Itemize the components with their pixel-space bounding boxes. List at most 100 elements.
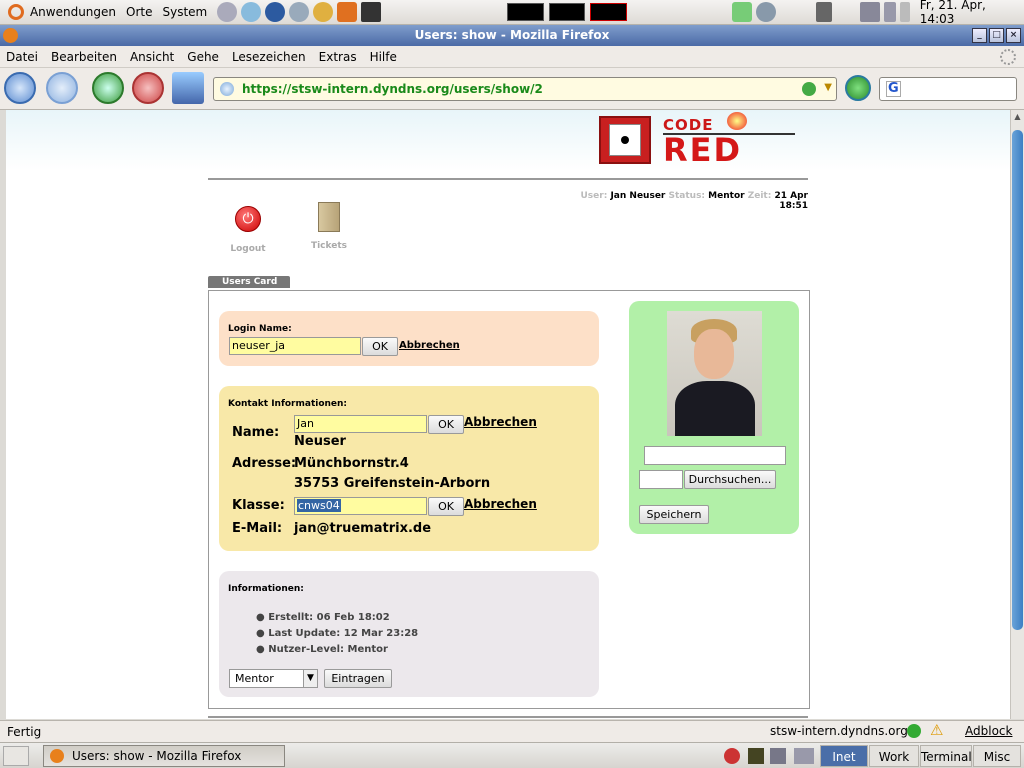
scrollbar-thumb[interactable] [1012,130,1023,630]
menubar: Datei Bearbeiten Ansicht Gehe Lesezeiche… [0,46,1024,68]
navigation-toolbar: https://stsw-intern.dyndns.org/users/sho… [0,68,1024,110]
taskbar-item-firefox[interactable]: Users: show - Mozilla Firefox [43,745,285,767]
terminal-launcher-icon[interactable] [217,2,238,22]
workspace-inet[interactable]: Inet [820,745,868,767]
menu-edit[interactable]: Bearbeiten [51,50,117,64]
ubuntu-logo-icon[interactable] [8,4,24,20]
tickets-button[interactable]: Tickets [307,202,351,254]
back-button-icon[interactable] [4,72,36,104]
tray-apple-icon[interactable] [724,748,740,764]
status-text: Fertig [7,724,42,739]
header-divider [208,178,808,180]
browse-button[interactable]: Durchsuchen... [684,470,776,489]
display-icon[interactable] [859,2,880,22]
app-launcher-icon[interactable] [337,2,357,22]
warning-icon[interactable]: ⚠ [930,721,943,739]
time-label: Zeit: [747,191,772,201]
menu-tools[interactable]: Extras [319,50,357,64]
window-title: Users: show - Mozilla Firefox [414,28,610,42]
info-level: ● Nutzer-Level: Mentor [256,644,388,655]
maximize-button[interactable]: □ [989,28,1004,43]
users-card-tab[interactable]: Users Card [208,276,290,288]
city-value: 35753 Greifenstein-Arborn [294,476,491,491]
tray-app-icon[interactable] [748,748,764,764]
firefox-task-icon [50,749,64,763]
window-titlebar[interactable]: Users: show - Mozilla Firefox _ □ × [0,25,1024,46]
tray-people-icon[interactable] [794,748,814,764]
menu-help[interactable]: Hilfe [370,50,397,64]
menu-file[interactable]: Datei [6,50,38,64]
photo-path-input[interactable] [644,446,786,465]
menu-bookmarks[interactable]: Lesezeichen [232,50,306,64]
top-panel: Anwendungen Orte System Fr, 21. Apr, 14:… [0,0,1024,26]
login-ok-button[interactable]: OK [362,337,398,356]
level-select[interactable]: Mentor ▼ [229,669,318,688]
submit-level-button[interactable]: Eintragen [324,669,392,688]
vertical-scrollbar[interactable]: ▲ [1010,110,1024,719]
menu-applications[interactable]: Anwendungen [30,5,116,19]
feed-icon[interactable] [802,82,816,96]
code-red-logo: CODE RED [599,112,799,169]
login-title: Login Name: [228,324,292,334]
update-icon[interactable] [732,2,753,22]
user-launcher-icon[interactable] [313,2,334,22]
level-select-value: Mentor [235,672,274,685]
menu-go[interactable]: Gehe [187,50,219,64]
taskbar-item-label: Users: show - Mozilla Firefox [72,749,242,763]
logout-label: Logout [230,244,266,254]
name-ok-button[interactable]: OK [428,415,464,434]
url-text[interactable]: https://stsw-intern.dyndns.org/users/sho… [242,82,543,96]
network-launcher-icon[interactable] [289,2,310,22]
first-name-input[interactable]: Jan [294,415,427,433]
menu-view[interactable]: Ansicht [130,50,174,64]
reload-button-icon[interactable] [92,72,124,104]
security-icon[interactable] [907,724,921,738]
contact-panel: Kontakt Informationen: Name: Jan OK Abbr… [219,386,599,551]
home-button-icon[interactable] [172,72,204,104]
tray-network-icon[interactable] [770,748,786,764]
workspace-misc[interactable]: Misc [973,745,1021,767]
battery-icon [816,2,832,22]
contact-title: Kontakt Informationen: [228,399,348,409]
workspace-terminal[interactable]: Terminal [920,745,972,767]
minimize-button[interactable]: _ [972,28,987,43]
class-input[interactable]: cnws04 [294,497,427,515]
search-box[interactable]: G [879,77,1017,101]
adblock-label[interactable]: Adblock [965,724,1012,738]
memory-monitor [548,3,586,21]
close-button[interactable]: × [1006,28,1021,43]
show-desktop-button[interactable] [3,746,29,766]
console-launcher-icon[interactable] [360,2,381,22]
menu-system[interactable]: System [163,5,208,19]
forward-button-icon[interactable] [46,72,78,104]
power-icon: ⏻ [235,206,261,232]
firefox-launcher-icon[interactable] [265,2,286,22]
status-value: Mentor [708,191,745,201]
save-photo-button[interactable]: Speichern [639,505,709,524]
file-input[interactable] [639,470,683,489]
url-bar[interactable]: https://stsw-intern.dyndns.org/users/sho… [213,77,837,101]
select-arrow-icon: ▼ [303,670,317,687]
clock[interactable]: Fr, 21. Apr, 14:03 [920,0,1024,26]
user-status-line: User: Jan Neuser Status: Mentor Zeit: 21… [566,191,809,211]
scroll-up-icon[interactable]: ▲ [1012,112,1023,126]
go-button-icon[interactable] [845,75,871,101]
logout-button[interactable]: ⏻ Logout [228,204,268,254]
help-launcher-icon[interactable] [241,2,262,22]
page-header-bg [6,110,1010,170]
menu-places[interactable]: Orte [126,5,152,19]
user-label: User: [580,191,608,201]
workspace-work[interactable]: Work [869,745,919,767]
name-label: Name: [232,425,280,440]
stop-button-icon[interactable] [132,72,164,104]
dropdown-arrow-icon[interactable]: ▼ [824,82,832,93]
login-name-input[interactable]: neuser_ja [229,337,361,355]
name-cancel-link[interactable]: Abbrechen [464,415,537,429]
info-created: ● Erstellt: 06 Feb 18:02 [256,612,390,623]
class-cancel-link[interactable]: Abbrechen [464,497,537,511]
login-cancel-link[interactable]: Abbrechen [399,340,460,351]
footer-divider [208,716,808,718]
mail-icon[interactable] [756,2,777,22]
class-ok-button[interactable]: OK [428,497,464,516]
volume-icon[interactable] [883,2,896,22]
